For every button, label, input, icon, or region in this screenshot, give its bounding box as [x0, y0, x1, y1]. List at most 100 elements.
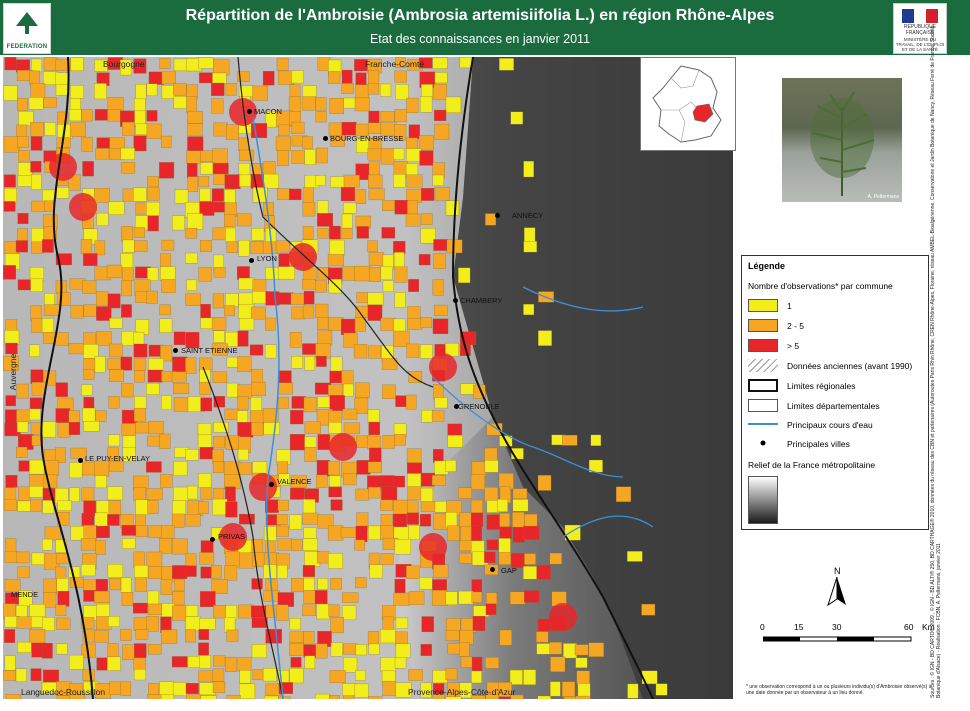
commune-cell [199, 682, 216, 696]
commune-cell [393, 499, 408, 515]
commune-cell [133, 669, 146, 681]
distribution-map[interactable]: Bourgogne Franche-Comté Auvergne Langued… [3, 57, 733, 699]
commune-cell [315, 343, 331, 359]
commune-cell [317, 317, 329, 330]
commune-cell [380, 499, 394, 511]
commune-cell [198, 267, 212, 282]
commune-cell [5, 475, 18, 488]
commune-cell [368, 643, 380, 655]
commune-cell [185, 616, 201, 631]
commune-cell [496, 499, 508, 512]
commune-cell [524, 590, 540, 603]
city-gap[interactable]: GAP [501, 566, 517, 575]
commune-cell [563, 696, 577, 699]
city-annecy[interactable]: ANNECY [512, 211, 543, 220]
commune-cell [18, 486, 31, 501]
city-grenoble[interactable]: GRENOBLE [458, 402, 500, 411]
map-subtitle: Etat des connaissances en janvier 2011 [369, 32, 591, 46]
commune-cell [161, 629, 178, 644]
commune-cell [237, 330, 249, 347]
commune-cell [16, 616, 33, 629]
city-saint-etienne[interactable]: SAINT ETIENNE [181, 346, 238, 355]
commune-cell [17, 566, 30, 579]
commune-cell [251, 123, 268, 138]
commune-cell [213, 202, 226, 213]
commune-cell [17, 500, 32, 512]
commune-cell [408, 591, 425, 605]
commune-cell [120, 147, 135, 160]
commune-cell [82, 669, 95, 681]
city-le-puy-en-velay[interactable]: LE PUY-EN-VELAY [85, 454, 150, 463]
commune-cell [342, 266, 356, 281]
commune-cell [302, 565, 316, 577]
commune-cell [537, 695, 551, 699]
commune-cell [239, 670, 251, 684]
commune-cell [431, 475, 446, 486]
commune-cell [265, 683, 281, 696]
city-privas[interactable]: PRIVAS [218, 532, 245, 541]
commune-cell [94, 356, 106, 373]
commune-cell [173, 83, 187, 96]
commune-cell [133, 657, 146, 671]
commune-cell [575, 695, 590, 699]
commune-cell [212, 227, 226, 241]
commune-cell [187, 213, 204, 230]
commune-cell [328, 71, 341, 85]
commune-cell [147, 215, 159, 232]
city-dot-icon [760, 440, 766, 446]
commune-cell [523, 160, 534, 178]
city-chambery[interactable]: CHAMBERY [460, 296, 502, 305]
commune-cell [550, 656, 566, 672]
commune-cell [380, 657, 397, 672]
city-bourg-en-bresse[interactable]: BOURG-EN-BRESSE [330, 134, 403, 143]
commune-cell [290, 657, 302, 668]
commune-cell [406, 448, 422, 464]
commune-cell [421, 188, 435, 201]
commune-cell [291, 150, 305, 164]
commune-cell [445, 668, 458, 681]
commune-cell [43, 578, 57, 593]
city-mende[interactable]: MENDE [11, 590, 38, 599]
commune-cell [291, 121, 305, 134]
commune-cell [107, 358, 122, 370]
commune-cell [3, 265, 16, 280]
commune-cell [484, 551, 496, 563]
commune-cell [160, 266, 176, 281]
commune-cell [291, 578, 305, 593]
commune-cell [187, 176, 199, 192]
commune-cell [265, 604, 279, 618]
commune-cell [5, 395, 16, 407]
commune-cell [29, 397, 43, 409]
commune-cell [224, 174, 241, 189]
commune-cell [56, 643, 68, 655]
commune-cell [394, 578, 406, 593]
city-dot-chambery [453, 298, 458, 303]
commune-cell [433, 239, 449, 251]
commune-cell [161, 525, 175, 539]
commune-cell [290, 293, 305, 305]
commune-cell [302, 136, 313, 149]
commune-cell [109, 343, 123, 358]
city-valence[interactable]: VALENCE [277, 477, 311, 486]
high-density-cluster [69, 193, 97, 221]
commune-cell [276, 604, 289, 621]
commune-cell [249, 344, 264, 356]
high-density-cluster [549, 603, 577, 631]
city-macon[interactable]: MACON [254, 107, 282, 116]
commune-cell [395, 617, 409, 629]
commune-cell [31, 228, 44, 243]
commune-cell [340, 187, 355, 202]
commune-cell [406, 174, 423, 188]
commune-cell [367, 461, 382, 474]
commune-cell [394, 252, 405, 268]
commune-cell [133, 343, 148, 358]
city-lyon[interactable]: LYON [257, 254, 277, 263]
commune-cell [83, 304, 97, 317]
commune-cell [187, 163, 198, 179]
commune-cell [394, 200, 408, 215]
commune-cell [160, 474, 173, 488]
commune-cell [237, 213, 252, 227]
commune-cell [355, 525, 368, 543]
commune-cell [30, 499, 43, 512]
commune-cell [94, 512, 108, 527]
